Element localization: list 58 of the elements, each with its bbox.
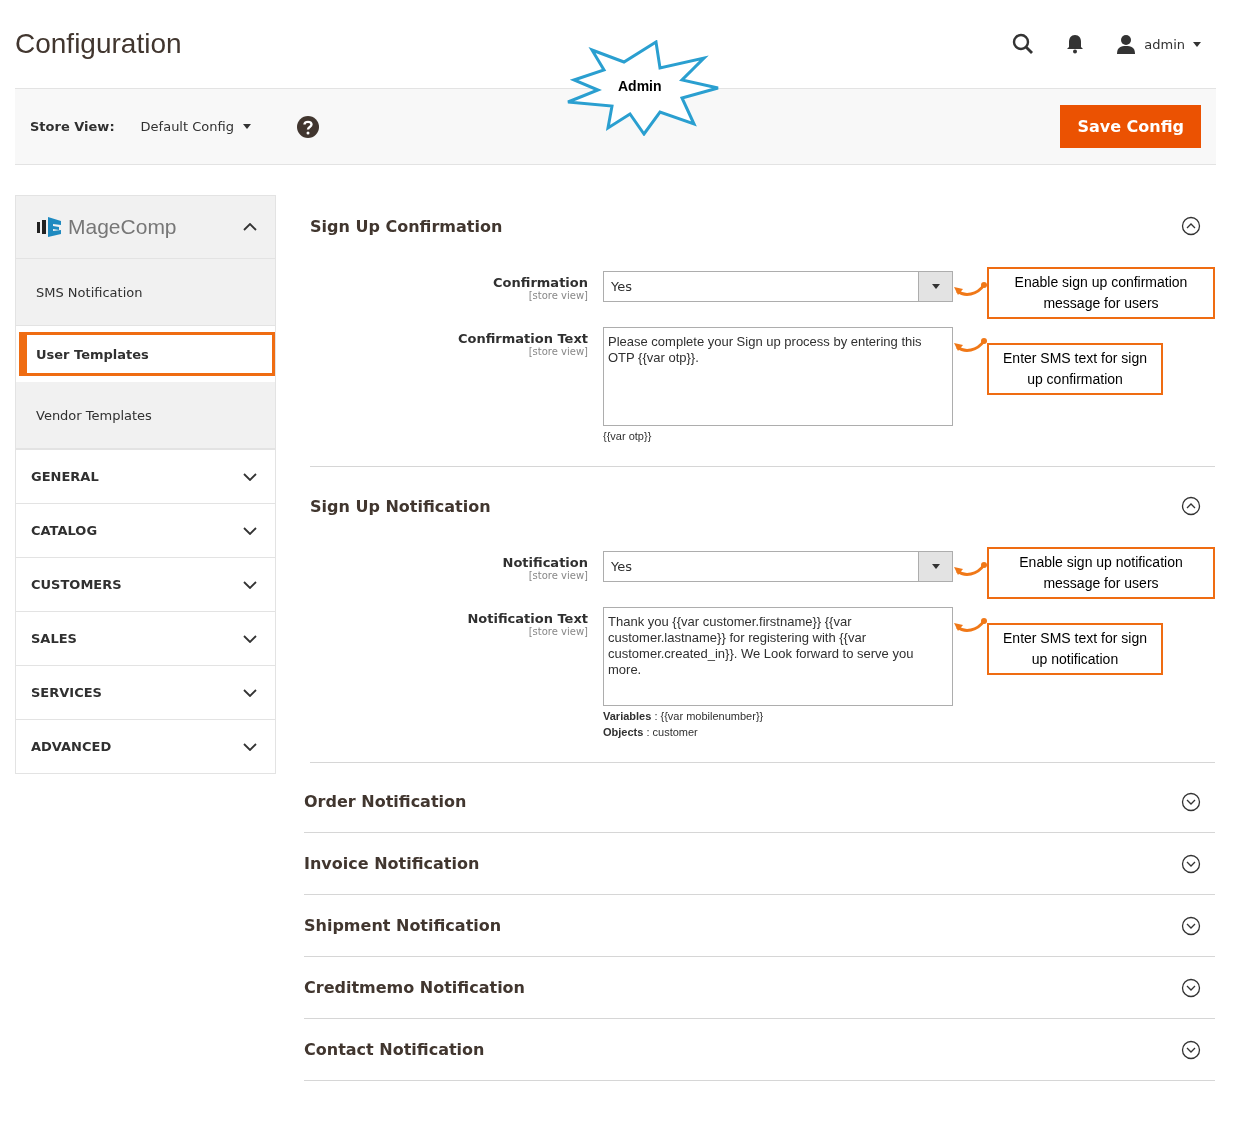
sidebar-item[interactable]: Vendor Templates <box>16 382 275 449</box>
section-title[interactable]: Order Notification <box>304 792 467 811</box>
store-view-label: Store View: <box>30 119 115 134</box>
logo-icon <box>36 215 62 239</box>
annotation-note: Enter SMS text for sign up notification <box>987 623 1163 675</box>
annotation-note: Enable sign up confirmation message for users <box>987 267 1215 319</box>
select-field[interactable]: Yes <box>603 271 953 302</box>
brand-name: MageComp <box>68 215 178 239</box>
field-label: Confirmation <box>493 275 588 290</box>
scope-label: [store view] <box>528 570 588 581</box>
sidebar-section[interactable]: CATALOG <box>16 503 275 557</box>
caret-icon <box>931 564 940 569</box>
collapse-toggle-icon[interactable] <box>1181 216 1201 236</box>
field-label: Confirmation Text <box>457 331 588 346</box>
save-config-button[interactable]: Save Config <box>1060 105 1201 148</box>
section-title[interactable]: Sign Up Notification <box>310 496 491 516</box>
sidebar-section[interactable]: ADVANCED <box>16 719 275 773</box>
sidebar-section[interactable]: SALES <box>16 611 275 665</box>
scope-label: [store view] <box>528 626 588 637</box>
scope-label: [store view] <box>528 290 588 301</box>
section-title[interactable]: Creditmemo Notification <box>304 978 525 997</box>
section-title[interactable]: Invoice Notification <box>304 854 480 873</box>
store-view-dropdown[interactable]: Default Config <box>140 119 251 134</box>
select-field[interactable]: Yes <box>603 551 953 582</box>
field-hint: Objects : customer <box>603 726 699 738</box>
sidebar-item[interactable]: SMS Notification <box>16 259 275 326</box>
help-icon[interactable] <box>296 115 319 138</box>
caret-icon <box>1193 41 1201 47</box>
field-label: Notification <box>502 555 588 570</box>
sidebar-section[interactable]: CUSTOMERS <box>16 557 275 611</box>
sidebar-section[interactable]: GENERAL <box>16 449 275 503</box>
field-label: Notification Text <box>467 611 588 626</box>
collapse-toggle-icon[interactable] <box>1181 1039 1201 1060</box>
annotation-note: Enable sign up notification message for users <box>987 547 1215 599</box>
field-hint: Variables : {{var mobilenumber}} <box>603 710 765 722</box>
collapse-toggle-icon[interactable] <box>1181 915 1201 936</box>
user-menu[interactable]: admin <box>1116 34 1201 54</box>
section-title[interactable]: Sign Up Confirmation <box>310 216 503 236</box>
collapse-toggle-icon[interactable] <box>1181 853 1201 874</box>
user-icon <box>1116 34 1137 54</box>
callout-text: Admin <box>618 78 662 94</box>
search-icon[interactable] <box>1012 33 1035 55</box>
field-hint: {{var otp}} <box>603 430 653 442</box>
collapse-toggle-icon[interactable] <box>1181 791 1201 812</box>
caret-icon <box>931 284 940 289</box>
scope-label: [store view] <box>528 346 588 357</box>
caret-icon <box>242 124 251 129</box>
collapse-toggle-icon[interactable] <box>1181 977 1201 998</box>
text-area[interactable]: Thank you {{var customer.firstname}} {{var customer.lastname}} for registering with {{var customer.created_in}}. We Look forward to serve you more. <box>603 607 953 706</box>
sidebar-group-header[interactable]: MageComp <box>16 196 275 259</box>
text-area[interactable]: Please complete your Sign up process by entering this OTP {{var otp}}. <box>603 327 953 426</box>
collapse-toggle-icon[interactable] <box>1181 496 1201 516</box>
annotation-note: Enter SMS text for sign up confirmation <box>987 343 1163 395</box>
section-title[interactable]: Contact Notification <box>304 1040 485 1059</box>
section-title[interactable]: Shipment Notification <box>304 916 502 935</box>
page-title: Configuration <box>15 28 182 60</box>
sidebar-section[interactable]: SERVICES <box>16 665 275 719</box>
notifications-icon[interactable] <box>1066 34 1085 54</box>
